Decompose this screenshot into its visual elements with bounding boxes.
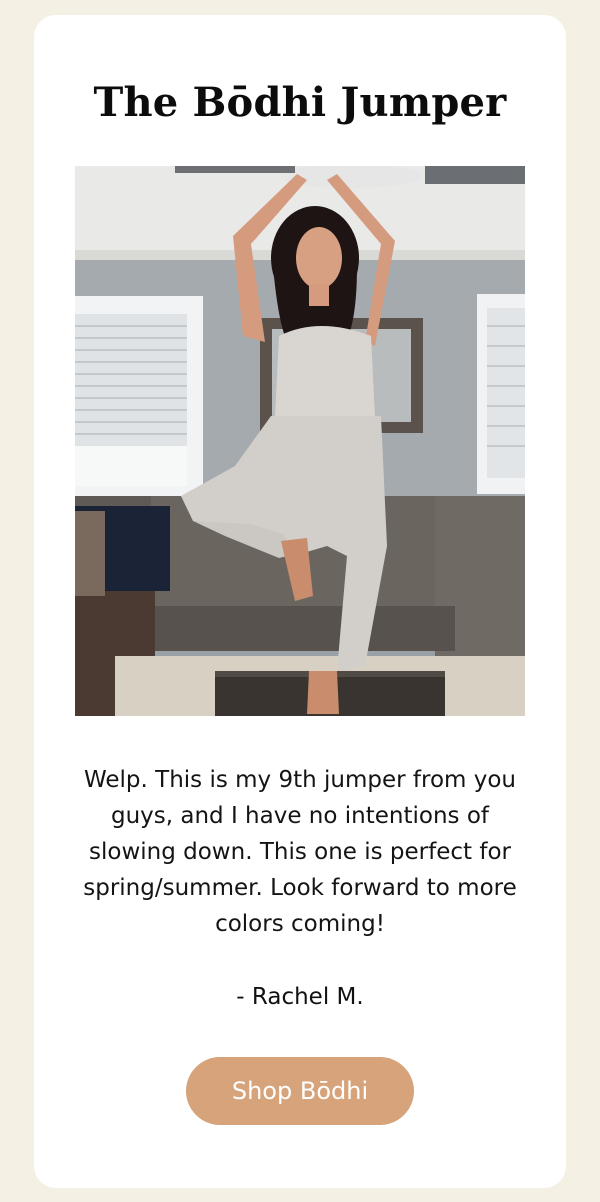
shop-bodhi-button[interactable]: Shop Bōdhi	[186, 1057, 414, 1125]
testimonial-text: Welp. This is my 9th jumper from you guy…	[83, 767, 517, 937]
product-testimonial-card: The Bōdhi Jumper Welp. This is my 9th ju…	[34, 15, 566, 1188]
testimonial-author: - Rachel M.	[236, 984, 364, 1010]
customer-photo-illustration	[75, 166, 525, 716]
page-title: The Bōdhi Jumper	[93, 79, 507, 126]
customer-photo	[75, 166, 525, 716]
